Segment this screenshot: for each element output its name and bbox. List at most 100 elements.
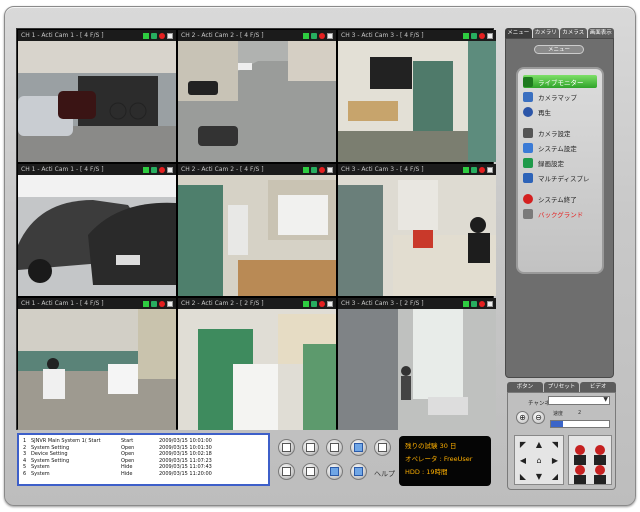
motion-icon [151,166,157,173]
arrow-right-icon[interactable]: ▶ [547,452,563,468]
help-button[interactable] [374,439,391,456]
menu-item-live-monitor[interactable]: ライブモニター [523,75,597,88]
camera-status-icons [303,32,333,39]
menu-item-camera-settings[interactable]: カメラ設定 [523,126,597,139]
camera-feed-1 [18,41,176,162]
snapshot-icon[interactable] [327,32,333,39]
zoom-in-button[interactable]: ⊕ [516,411,529,424]
ptz-panel: ボタン プリセット ビデオ チャンネル ⊕ ⊖ 速度 2 ◤ ▲ ◥ ◀ ⌂ ▶… [507,382,617,490]
camera-view-7[interactable]: CH 1 - Acti Cam 1 - [ 4 F/S ] [18,298,176,430]
tab-video[interactable]: ビデオ [580,382,617,392]
ptz-direction-pad: ◤ ▲ ◥ ◀ ⌂ ▶ ◣ ▼ ◢ [514,435,564,485]
layout-9-button[interactable] [350,439,367,456]
snapshot-icon[interactable] [327,166,333,173]
arrow-up-right-icon[interactable]: ◥ [547,436,563,452]
snapshot-icon[interactable] [167,300,173,307]
alarm-icon [159,32,165,39]
power-icon [523,193,533,204]
arrow-down-icon[interactable]: ▼ [531,468,547,484]
camera-title: CH 1 - Acti Cam 1 - [ 4 F/S ] [21,32,104,39]
snapshot-icon[interactable] [327,300,333,307]
speed-label: 速度 [553,411,564,417]
layout-36-icon [354,467,363,476]
tab-menu[interactable]: メニュー [505,28,532,38]
alarm-icon [159,166,165,173]
arrow-down-right-icon[interactable]: ◢ [547,468,563,484]
record-status-icon [143,166,149,173]
right-panel-body: メニュー ライブモニター カメラマップ 再生 カメラ設定 システム設定 録画設定… [505,38,614,378]
camera-title: CH 1 - Acti Cam 1 - [ 4 F/S ] [21,300,104,307]
main-menu: ライブモニター カメラマップ 再生 カメラ設定 システム設定 録画設定 マルチデ… [516,67,604,274]
camera-status-icons [143,32,173,39]
tab-preset[interactable]: プリセット [543,382,580,392]
event-log-panel[interactable]: 1 SJNVR Main System 1( Start Start 2009/03/… [17,433,270,486]
camera-view-5[interactable]: CH 2 - Acti Cam 2 - [ 4 F/S ] [178,164,336,296]
camera-icon [523,127,533,138]
tab-camera-status[interactable]: カメラス [560,28,587,38]
alarm-icon [159,300,165,307]
table-row: 6 System Hide 2009/03/15 11:20:00 [23,470,212,477]
layout-button-group: ヘルプ [276,438,396,488]
layout-1-button[interactable] [278,439,295,456]
camera-view-9[interactable]: CH 3 - Acti Cam 3 - [ 2 F/S ] [338,298,496,430]
layout-16-button[interactable] [326,463,343,480]
camera-grid: CH 1 - Acti Cam 1 - [ 4 F/S ] CH 2 - Act… [16,28,496,430]
camera-view-6[interactable]: CH 3 - Acti Cam 3 - [ 4 F/S ] [338,164,496,296]
camera-status-icons [303,300,333,307]
tab-buttons[interactable]: ボタン [507,382,543,392]
camera-view-3[interactable]: CH 3 - Acti Cam 3 - [ 4 F/S ] [338,30,496,162]
camera-title-bar: CH 3 - Acti Cam 3 - [ 4 F/S ] [338,30,496,41]
menu-item-multi-display[interactable]: マルチディスプレ [523,171,597,184]
camera-feed-2 [178,41,336,162]
snapshot-icon[interactable] [487,166,493,173]
camera-feed-6 [338,175,496,296]
trial-days-text: 残りの試験 30 日 [405,442,457,450]
monitor-icon [523,76,533,87]
snapshot-icon[interactable] [167,166,173,173]
help-label: ヘルプ [374,470,395,478]
tab-camera-list[interactable]: カメラリ [532,28,559,38]
arrow-up-left-icon[interactable]: ◤ [515,436,531,452]
camera-title-bar: CH 1 - Acti Cam 1 - [ 4 F/S ] [18,164,176,175]
layout-4-button[interactable] [302,439,319,456]
menu-item-system-settings[interactable]: システム設定 [523,141,597,154]
motion-icon [151,300,157,307]
zoom-out-button[interactable]: ⊖ [532,411,545,424]
menu-item-recording-settings[interactable]: 録画設定 [523,156,597,169]
zoom-out-icon: ⊖ [535,413,542,422]
camera-title-bar: CH 1 - Acti Cam 1 - [ 4 F/S ] [18,298,176,309]
layout-13-button[interactable] [302,463,319,480]
menu-item-playback[interactable]: 再生 [523,105,597,118]
camera-title: CH 2 - Acti Cam 2 - [ 4 F/S ] [181,166,264,173]
layout-10-button[interactable] [278,463,295,480]
layout-36-button[interactable] [350,463,367,480]
channel-select[interactable] [548,396,610,405]
camera-view-2[interactable]: CH 2 - Acti Cam 2 - [ 4 F/S ] [178,30,336,162]
menu-item-background[interactable]: バックグランド [523,207,597,220]
arrow-up-icon[interactable]: ▲ [531,436,547,452]
menu-item-camera-map[interactable]: カメラマップ [523,90,597,103]
snapshot-icon[interactable] [487,300,493,307]
hdd-text: HDD : 19時間 [405,468,448,476]
layout-6-button[interactable] [326,439,343,456]
camera-status-icons [143,300,173,307]
alarm-icon [479,32,485,39]
camera-status-icons [463,32,493,39]
layout-1-icon [282,443,291,452]
camera-view-4[interactable]: CH 1 - Acti Cam 1 - [ 4 F/S ] [18,164,176,296]
motion-icon [311,32,317,39]
camera-view-1[interactable]: CH 1 - Acti Cam 1 - [ 4 F/S ] [18,30,176,162]
speed-value: 2 [578,410,582,416]
snapshot-icon[interactable] [167,32,173,39]
arrow-left-icon[interactable]: ◀ [515,452,531,468]
layout-9-icon [354,443,363,452]
camera-title: CH 3 - Acti Cam 3 - [ 4 F/S ] [341,166,424,173]
camera-view-8[interactable]: CH 2 - Acti Cam 2 - [ 2 F/S ] [178,298,336,430]
speed-slider[interactable] [550,420,610,428]
snapshot-icon[interactable] [487,32,493,39]
home-icon[interactable]: ⌂ [531,452,547,468]
tab-display[interactable]: 画面表示 [587,28,614,38]
arrow-down-left-icon[interactable]: ◣ [515,468,531,484]
camera-title-bar: CH 2 - Acti Cam 2 - [ 4 F/S ] [178,164,336,175]
menu-item-system-exit[interactable]: システム終了 [523,192,597,205]
